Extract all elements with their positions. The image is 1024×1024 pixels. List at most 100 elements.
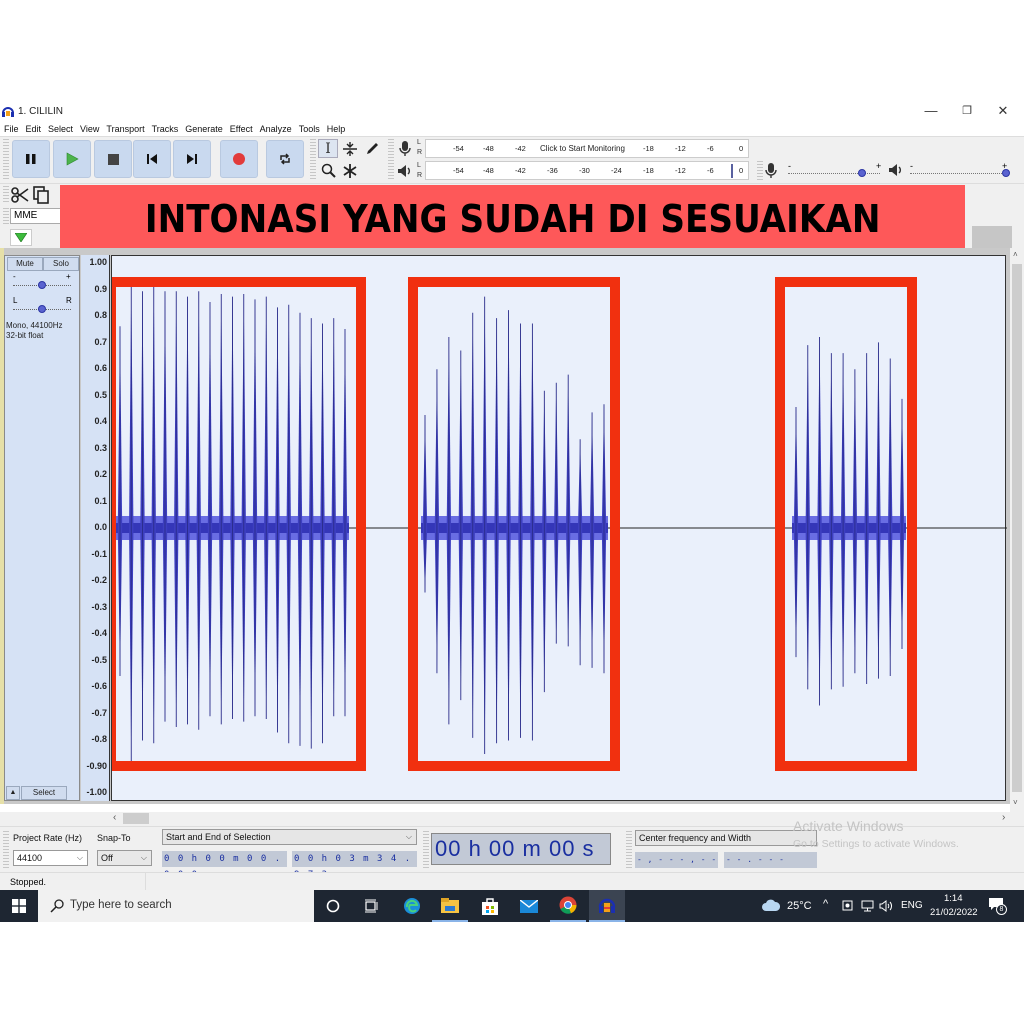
record-meter[interactable]: -54 -48 -42 Click to Start Monitoring -1…	[425, 139, 749, 158]
horizontal-scroll-thumb[interactable]	[123, 813, 149, 824]
amplitude-tick: 0.9	[94, 283, 107, 294]
envelope-tool-button[interactable]	[340, 139, 360, 158]
taskbar-search-box[interactable]: Type here to search	[38, 890, 314, 922]
copy-icon[interactable]	[33, 186, 49, 204]
audacity-taskbar-button[interactable]	[589, 890, 625, 922]
scroll-up-icon[interactable]: ˄	[1013, 250, 1018, 259]
tray-overflow-icon[interactable]: ^	[823, 898, 828, 910]
menu-tools[interactable]: Tools	[295, 122, 323, 136]
zoom-tool-button[interactable]	[318, 161, 338, 180]
pan-slider[interactable]	[38, 305, 46, 313]
waveform-panel[interactable]	[111, 255, 1007, 801]
monitoring-prompt[interactable]: Click to Start Monitoring	[540, 144, 625, 153]
meet-now-icon[interactable]	[842, 899, 853, 912]
clock-time[interactable]: 1:14	[944, 893, 963, 904]
notification-center-button[interactable]: 8	[988, 897, 1010, 917]
collapse-track-button[interactable]: ▲	[6, 786, 20, 800]
selection-grip[interactable]	[3, 831, 9, 869]
skip-to-end-button[interactable]	[173, 140, 211, 178]
status-text: Stopped.	[10, 877, 47, 887]
start-button[interactable]	[0, 890, 38, 922]
chrome-button[interactable]	[550, 890, 586, 922]
file-explorer-button[interactable]	[432, 890, 468, 922]
vertical-scroll-thumb[interactable]	[1012, 264, 1022, 792]
weather-temp[interactable]: 25°C	[787, 900, 812, 912]
scroll-down-icon[interactable]: ˅	[1013, 798, 1018, 807]
select-track-button[interactable]: Select	[21, 786, 67, 800]
amplitude-tick: -0.1	[91, 548, 107, 559]
selection-end-time[interactable]: 0 0 h 0 3 m 3 4 . 9 7 3 s	[292, 851, 417, 880]
vertical-scrollbar[interactable]: ˄ ˅	[1010, 248, 1024, 812]
volume-icon[interactable]	[879, 900, 893, 912]
mail-button[interactable]	[511, 890, 547, 922]
scroll-left-icon[interactable]: ‹	[113, 812, 116, 823]
meter-grip[interactable]	[388, 139, 394, 181]
playback-meter[interactable]: -54 -48 -42 -36 -30 -24 -18 -12 -6 0	[425, 161, 749, 180]
network-icon[interactable]	[861, 900, 874, 912]
tools-grip[interactable]	[310, 139, 316, 181]
menu-help[interactable]: Help	[323, 122, 349, 136]
mixer-grip[interactable]	[757, 161, 763, 181]
solo-button[interactable]: Solo	[43, 257, 79, 271]
selection-mode-select[interactable]: Start and End of Selection ⌵	[162, 829, 417, 845]
record-tick: -42	[515, 144, 526, 153]
multi-tool-button[interactable]	[340, 161, 360, 180]
menu-view[interactable]: View	[76, 122, 102, 136]
record-tick: -12	[675, 144, 686, 153]
menu-edit[interactable]: Edit	[22, 122, 45, 136]
close-button[interactable]: ✕	[990, 100, 1016, 122]
time-grip[interactable]	[423, 831, 429, 869]
spectral-grip[interactable]	[626, 831, 632, 869]
menu-transport[interactable]: Transport	[102, 122, 147, 136]
edge-button[interactable]	[394, 890, 430, 922]
slider-thumb[interactable]	[857, 169, 866, 177]
task-view-button[interactable]	[353, 890, 389, 922]
stop-button[interactable]	[94, 140, 132, 178]
audio-position-display[interactable]: 00 h 00 m 00 s	[431, 833, 611, 865]
record-volume-slider[interactable]: - +	[788, 161, 884, 178]
minimize-button[interactable]: —	[918, 100, 944, 122]
center-frequency-field[interactable]: - , - - - , - - Hz	[635, 852, 718, 880]
cortana-button[interactable]	[315, 890, 351, 922]
clock-date[interactable]: 21/02/2022	[930, 907, 978, 918]
track-bitdepth: 32-bit float	[6, 331, 44, 340]
loop-button[interactable]	[266, 140, 304, 178]
snap-to-select[interactable]: Off ⌵	[97, 850, 152, 866]
skip-to-start-button[interactable]	[133, 140, 171, 178]
track-format: Mono, 44100Hz	[6, 321, 63, 330]
draw-tool-button[interactable]	[362, 139, 382, 158]
project-rate-select[interactable]: 44100 ⌵	[13, 850, 88, 866]
record-button[interactable]	[220, 140, 258, 178]
scissors-icon[interactable]	[11, 187, 29, 203]
selection-tool-button[interactable]: I	[318, 139, 338, 158]
menu-file[interactable]: File	[0, 122, 22, 136]
language-indicator[interactable]: ENG	[901, 900, 923, 911]
menu-tracks[interactable]: Tracks	[148, 122, 182, 136]
play-button[interactable]	[53, 140, 91, 178]
toolbar-grip[interactable]	[3, 139, 9, 181]
amplitude-tick: 0.4	[94, 416, 107, 426]
menu-select[interactable]: Select	[44, 122, 76, 136]
microphone-icon	[399, 141, 411, 156]
store-button[interactable]	[472, 890, 508, 922]
mute-button[interactable]: Mute	[7, 257, 43, 271]
bandwidth-field[interactable]: - - . - - - octaves	[724, 852, 817, 880]
menu-generate[interactable]: Generate	[181, 122, 226, 136]
edit-grip[interactable]	[3, 186, 9, 204]
playback-volume-slider[interactable]: - +	[910, 161, 1010, 178]
record-meter-button[interactable]	[395, 139, 415, 159]
restore-button[interactable]: ❐	[954, 100, 980, 122]
slider-thumb[interactable]	[1002, 169, 1010, 177]
pause-button[interactable]	[12, 140, 50, 178]
menu-effect[interactable]: Effect	[226, 122, 256, 136]
menu-analyze[interactable]: Analyze	[256, 122, 295, 136]
spectral-mode-select[interactable]: Center frequency and Width	[635, 830, 817, 846]
scroll-right-icon[interactable]: ›	[1002, 812, 1005, 823]
playback-meter-button[interactable]	[395, 161, 415, 181]
gain-slider[interactable]	[38, 281, 46, 289]
amplitude-tick: -0.8	[91, 734, 107, 744]
track-info: Mono, 44100Hz 32-bit float	[6, 321, 62, 341]
device-grip[interactable]	[3, 208, 9, 224]
selection-start-time[interactable]: 0 0 h 0 0 m 0 0 . 0 0 0 s	[162, 851, 287, 880]
timeline-options-button[interactable]	[10, 229, 32, 246]
